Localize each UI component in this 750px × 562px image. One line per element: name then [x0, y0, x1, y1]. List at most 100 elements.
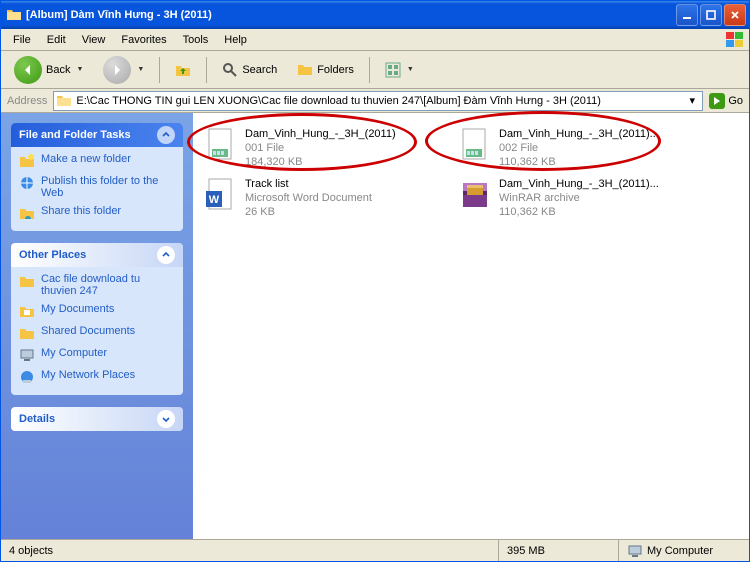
sidebar: File and Folder Tasks Make a new folder …: [1, 113, 193, 539]
forward-button[interactable]: ▼: [96, 52, 151, 88]
back-button[interactable]: Back ▼: [7, 52, 90, 88]
go-label: Go: [728, 95, 743, 107]
folders-icon: [297, 62, 313, 78]
address-label: Address: [7, 95, 47, 107]
address-dropdown-icon[interactable]: ▾: [684, 94, 700, 107]
menu-view[interactable]: View: [74, 32, 114, 48]
file-name: Dam_Vinh_Hung_-_3H_(2011)...: [499, 177, 659, 191]
file-size: 184,320 KB: [245, 155, 396, 169]
panel-title: Details: [19, 413, 55, 425]
status-location: My Computer: [619, 540, 749, 561]
file-type: 002 File: [499, 141, 659, 155]
place-my-documents[interactable]: My Documents: [19, 303, 175, 319]
file-icon: [203, 127, 239, 163]
task-label: My Documents: [41, 303, 114, 315]
chevron-down-icon: ▼: [137, 66, 144, 73]
search-label: Search: [242, 64, 277, 76]
share-icon: [19, 205, 35, 221]
menu-file[interactable]: File: [5, 32, 39, 48]
panel-other-places: Other Places Cac file download tu thuvie…: [11, 243, 183, 395]
task-make-new-folder[interactable]: Make a new folder: [19, 153, 175, 169]
collapse-icon: [157, 246, 175, 264]
menu-edit[interactable]: Edit: [39, 32, 74, 48]
status-bar: 4 objects 395 MB My Computer: [1, 539, 749, 561]
up-folder-icon: [175, 62, 191, 78]
up-button[interactable]: [168, 58, 198, 82]
close-button[interactable]: [724, 4, 746, 26]
task-label: Cac file download tu thuvien 247: [41, 273, 175, 297]
network-icon: [19, 369, 35, 385]
file-list[interactable]: Dam_Vinh_Hung_-_3H_(2011)001 File184,320…: [193, 113, 749, 539]
file-size: 26 KB: [245, 205, 372, 219]
task-label: Publish this folder to the Web: [41, 175, 175, 199]
folder-new-icon: [19, 153, 35, 169]
chevron-down-icon: ▼: [76, 66, 83, 73]
toolbar-separator: [206, 57, 207, 83]
place-network-places[interactable]: My Network Places: [19, 369, 175, 385]
toolbar-separator: [369, 57, 370, 83]
menu-bar: File Edit View Favorites Tools Help: [1, 29, 749, 51]
address-bar: Address E:\Cac THONG TIN gui LEN XUONG\C…: [1, 89, 749, 113]
word-file-icon: W: [203, 177, 239, 213]
place-shared-documents[interactable]: Shared Documents: [19, 325, 175, 341]
task-label: Share this folder: [41, 205, 121, 217]
panel-heading[interactable]: Details: [11, 407, 183, 431]
address-input[interactable]: E:\Cac THONG TIN gui LEN XUONG\Cac file …: [53, 91, 703, 111]
status-object-count: 4 objects: [1, 540, 499, 561]
file-name: Track list: [245, 177, 372, 191]
place-my-computer[interactable]: My Computer: [19, 347, 175, 363]
file-item[interactable]: Dam_Vinh_Hung_-_3H_(2011)001 File184,320…: [201, 125, 447, 171]
views-icon: [385, 62, 401, 78]
file-size: 110,362 KB: [499, 155, 659, 169]
computer-icon: [627, 543, 643, 559]
folder-icon: [56, 93, 72, 109]
folder-icon: [19, 273, 35, 289]
panel-title: Other Places: [19, 249, 86, 261]
folders-label: Folders: [317, 64, 354, 76]
task-label: Shared Documents: [41, 325, 135, 337]
search-button[interactable]: Search: [215, 58, 284, 82]
file-icon: [457, 127, 493, 163]
forward-icon: [103, 56, 131, 84]
menu-help[interactable]: Help: [216, 32, 255, 48]
title-bar: [Album] Dàm Vĩnh Hưng - 3H (2011): [1, 1, 749, 29]
file-type: WinRAR archive: [499, 191, 659, 205]
views-button[interactable]: ▼: [378, 58, 421, 82]
task-share-folder[interactable]: Share this folder: [19, 205, 175, 221]
minimize-button[interactable]: [676, 4, 698, 26]
panel-file-folder-tasks: File and Folder Tasks Make a new folder …: [11, 123, 183, 231]
menu-tools[interactable]: Tools: [175, 32, 217, 48]
file-item[interactable]: Dam_Vinh_Hung_-_3H_(2011)...WinRAR archi…: [455, 175, 701, 221]
file-item[interactable]: W Track listMicrosoft Word Document26 KB: [201, 175, 447, 221]
task-label: Make a new folder: [41, 153, 131, 165]
toolbar-separator: [159, 57, 160, 83]
panel-heading[interactable]: File and Folder Tasks: [11, 123, 183, 147]
chevron-down-icon: ▼: [407, 66, 414, 73]
file-type: Microsoft Word Document: [245, 191, 372, 205]
task-label: My Computer: [41, 347, 107, 359]
folder-icon: [6, 7, 22, 23]
status-size: 395 MB: [499, 540, 619, 561]
svg-text:W: W: [209, 194, 220, 206]
panel-details: Details: [11, 407, 183, 431]
maximize-button[interactable]: [700, 4, 722, 26]
window-title: [Album] Dàm Vĩnh Hưng - 3H (2011): [26, 9, 676, 21]
documents-icon: [19, 303, 35, 319]
go-button[interactable]: Go: [709, 93, 743, 109]
rar-file-icon: [457, 177, 493, 213]
task-publish-folder[interactable]: Publish this folder to the Web: [19, 175, 175, 199]
toolbar: Back ▼ ▼ Search Folders ▼: [1, 51, 749, 89]
windows-flag-icon: [725, 31, 745, 49]
panel-heading[interactable]: Other Places: [11, 243, 183, 267]
go-icon: [709, 93, 725, 109]
globe-icon: [19, 175, 35, 191]
address-path: E:\Cac THONG TIN gui LEN XUONG\Cac file …: [76, 95, 680, 107]
menu-favorites[interactable]: Favorites: [113, 32, 174, 48]
collapse-icon: [157, 126, 175, 144]
search-icon: [222, 62, 238, 78]
file-item[interactable]: Dam_Vinh_Hung_-_3H_(2011)...002 File110,…: [455, 125, 701, 171]
folders-button[interactable]: Folders: [290, 58, 361, 82]
back-label: Back: [46, 64, 70, 76]
place-parent-folder[interactable]: Cac file download tu thuvien 247: [19, 273, 175, 297]
file-size: 110,362 KB: [499, 205, 659, 219]
